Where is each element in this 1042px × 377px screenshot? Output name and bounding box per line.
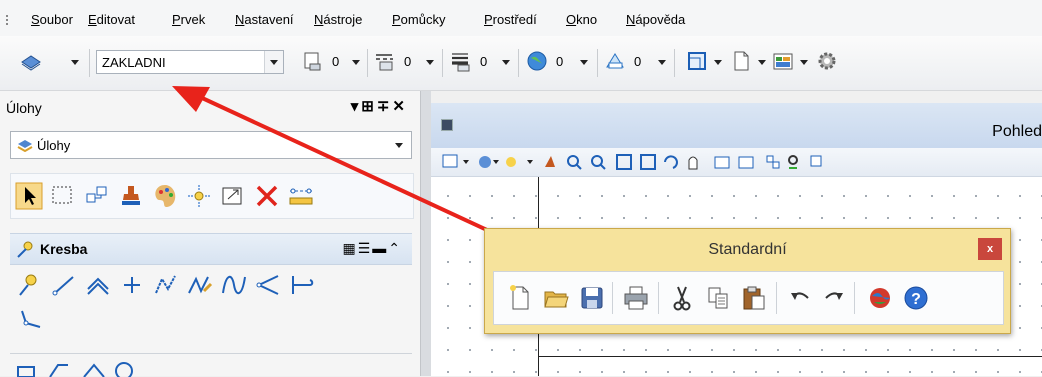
toolbox-buttons: ? — [493, 271, 1004, 325]
standard-toolbox: Standardní x ? — [484, 228, 1011, 334]
toolbox-separator — [612, 282, 613, 314]
save-icon[interactable] — [578, 284, 606, 312]
print-icon[interactable] — [622, 284, 650, 312]
toolbox-title[interactable]: Standardní — [485, 241, 1010, 259]
paste-icon[interactable] — [740, 284, 768, 312]
cut-icon[interactable] — [668, 284, 696, 312]
copy-icon[interactable] — [704, 284, 732, 312]
toolbox-separator — [776, 282, 777, 314]
svg-text:?: ? — [911, 291, 921, 308]
toolbox-separator — [658, 282, 659, 314]
redo-icon[interactable] — [820, 284, 848, 312]
open-folder-icon[interactable] — [542, 284, 570, 312]
undo-icon[interactable] — [786, 284, 814, 312]
toolbox-separator — [854, 282, 855, 314]
close-button[interactable]: x — [978, 238, 1002, 260]
new-file-icon[interactable] — [506, 284, 534, 312]
globe-connect-icon[interactable] — [866, 284, 894, 312]
help-icon[interactable]: ? — [902, 284, 930, 312]
